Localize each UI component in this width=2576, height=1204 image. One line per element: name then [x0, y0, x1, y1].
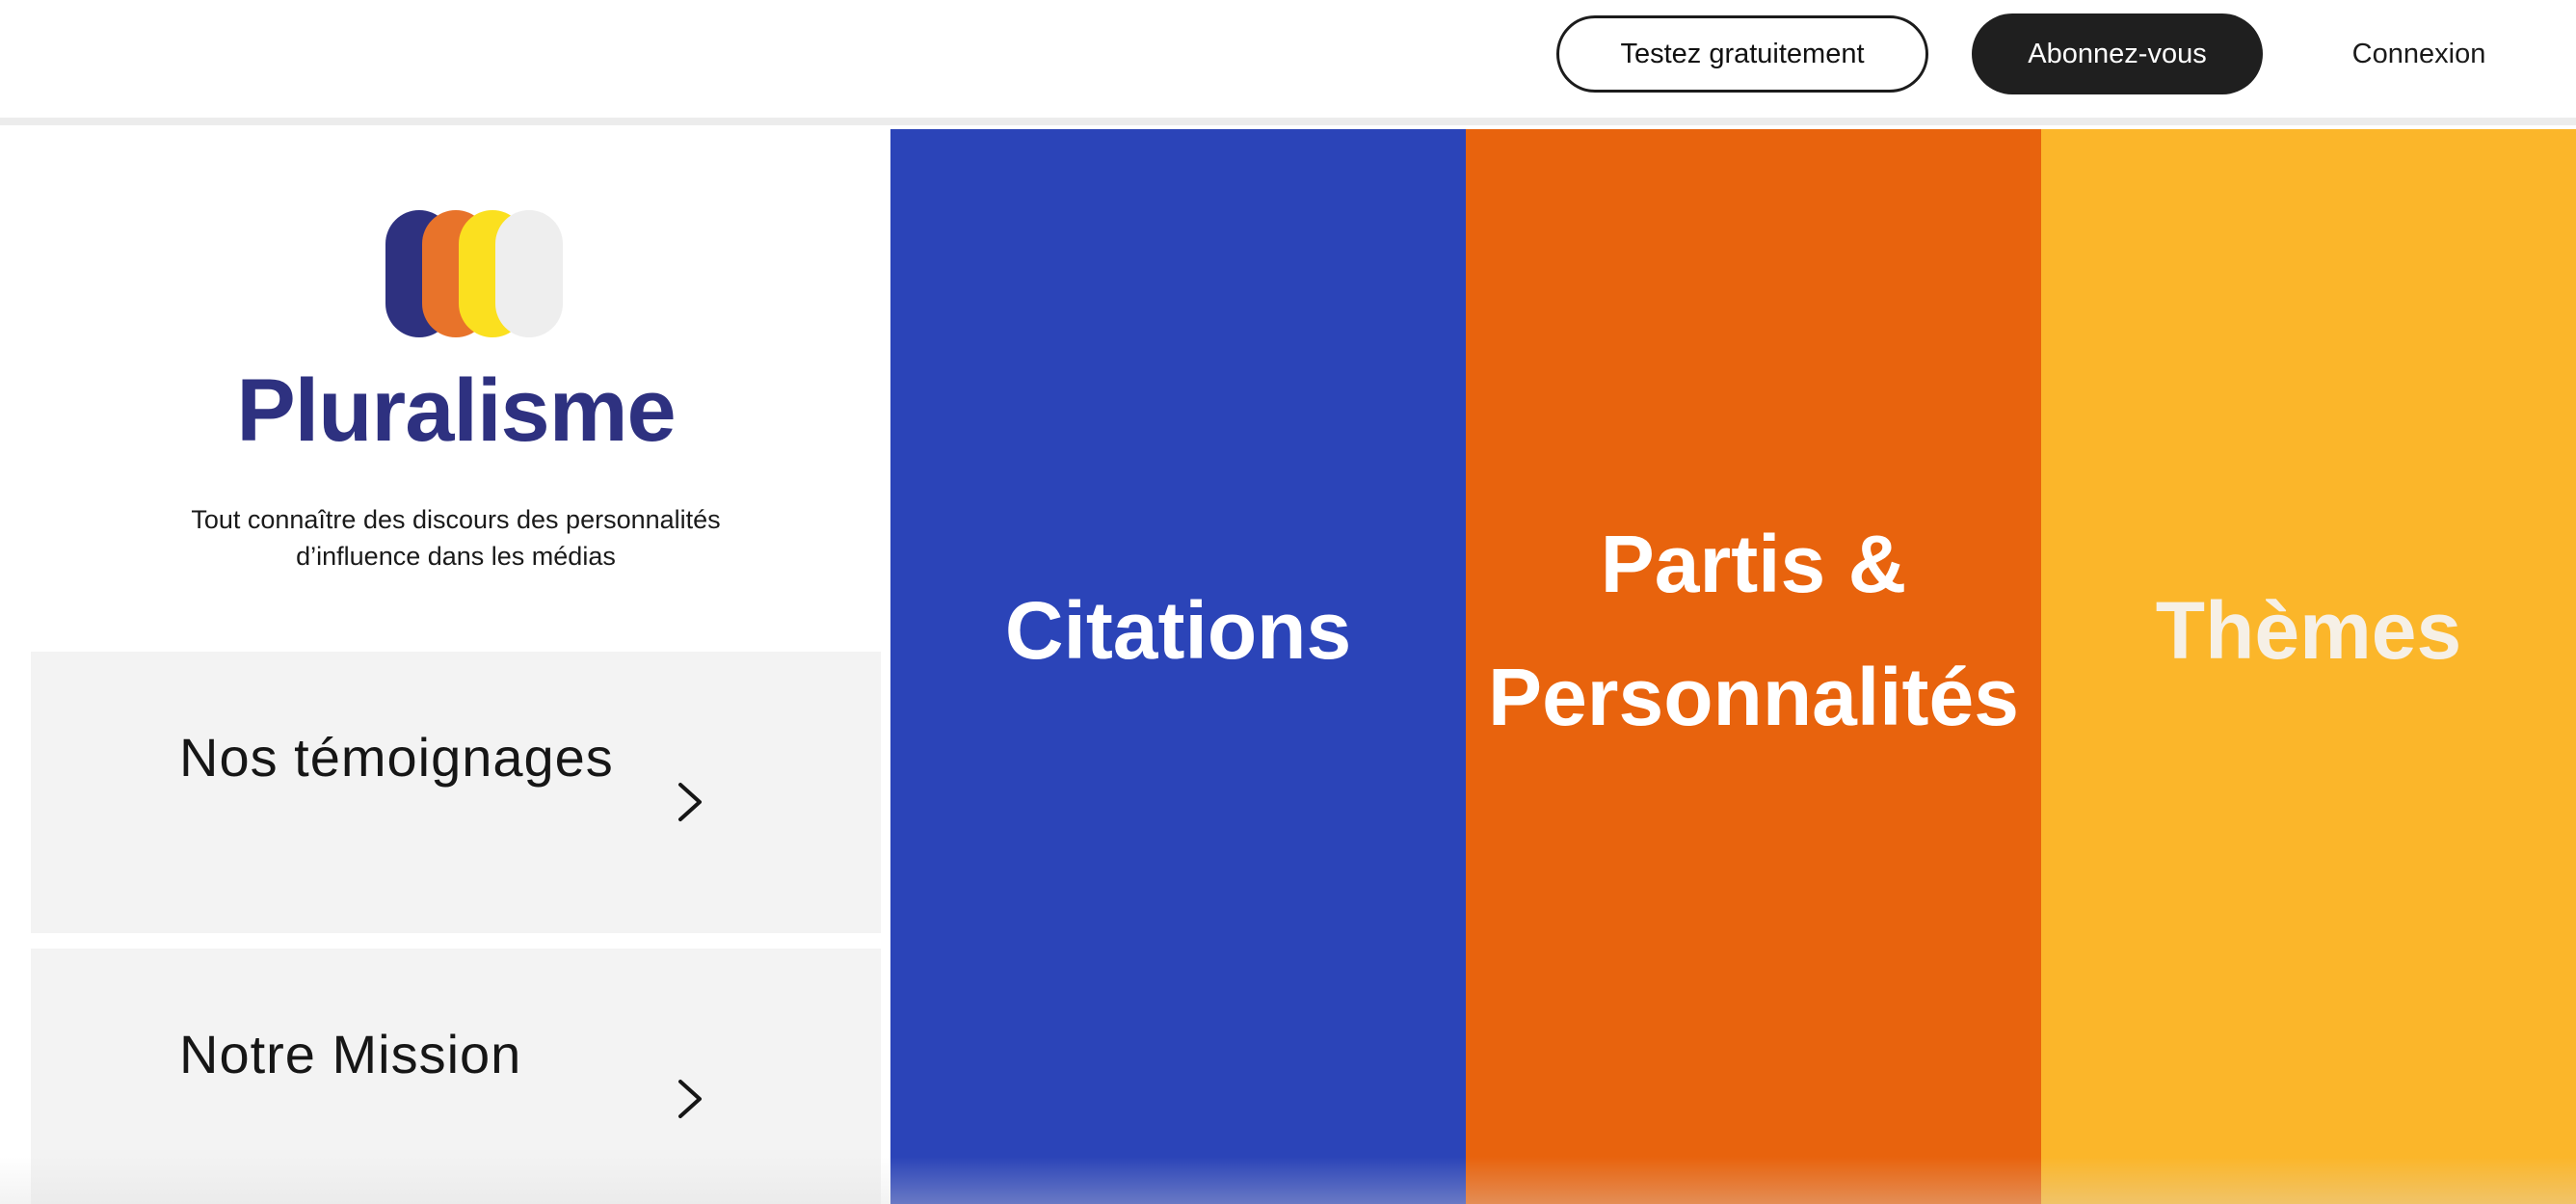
category-citations[interactable]: Citations [890, 129, 1466, 1204]
menu-card-label: Notre Mission [179, 1024, 522, 1084]
category-label: Thèmes [2155, 584, 2462, 676]
pluralisme-logo-icon [385, 210, 563, 337]
subscribe-button[interactable]: Abonnez-vous [1972, 13, 2263, 94]
category-label: Citations [1004, 584, 1352, 676]
category-themes[interactable]: Thèmes [2041, 129, 2576, 1204]
menu-card-mission[interactable]: Notre Mission [31, 949, 881, 1204]
menu-card-testimonials[interactable]: Nos témoignages [31, 652, 881, 933]
category-parties-personalities[interactable]: Partis & Personnalités [1466, 129, 2041, 1204]
free-trial-button[interactable]: Testez gratuitement [1556, 15, 1928, 93]
brand-title: Pluralisme [236, 361, 676, 460]
top-navigation-bar: Testez gratuitement Abonnez-vous Connexi… [0, 0, 2576, 125]
login-link[interactable]: Connexion [2313, 13, 2525, 94]
menu-card-label: Nos témoignages [179, 727, 614, 788]
category-label: Partis & Personnalités [1488, 518, 2019, 742]
left-panel: Pluralisme Tout connaître des discours d… [31, 129, 881, 1204]
chevron-right-icon [678, 1080, 702, 1118]
brand-tagline: Tout connaître des discours des personna… [191, 505, 721, 571]
chevron-right-icon [678, 783, 702, 821]
